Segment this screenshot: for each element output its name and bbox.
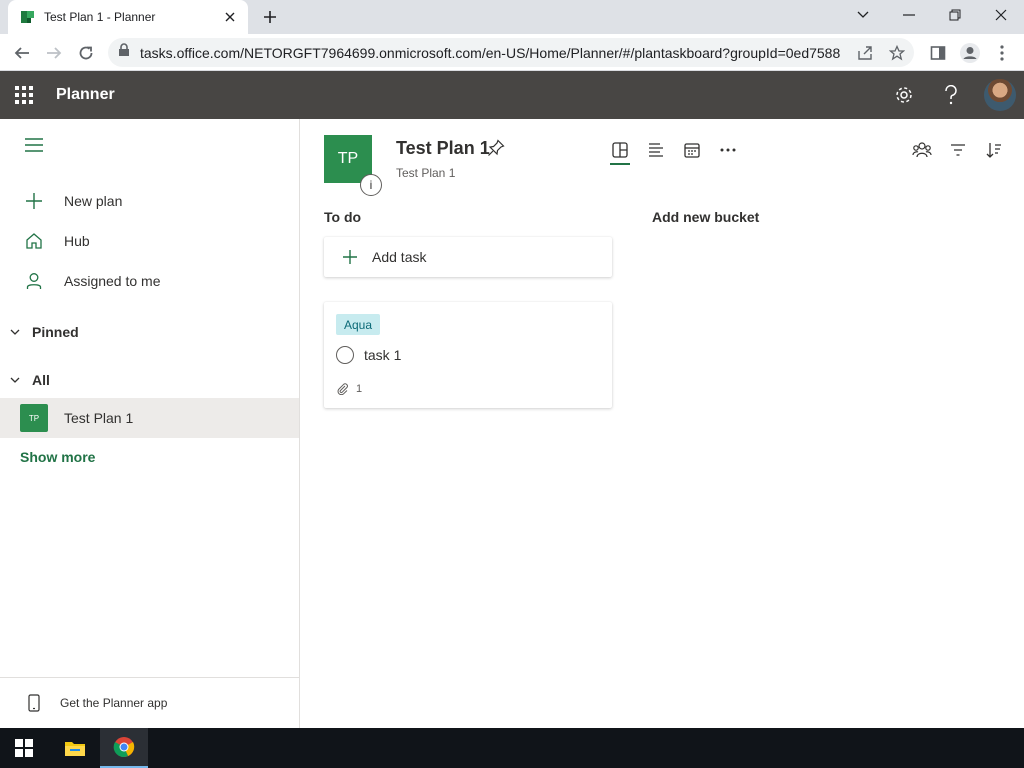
- left-nav: New plan Hub Assigned to me Pinned All T…: [0, 119, 300, 728]
- gear-icon[interactable]: [890, 81, 918, 109]
- attachment-icon: [336, 382, 350, 396]
- nav-label: Hub: [64, 233, 90, 249]
- waffle-icon[interactable]: [10, 81, 38, 109]
- nav-label: Assigned to me: [64, 273, 161, 289]
- get-app-link[interactable]: Get the Planner app: [0, 677, 299, 728]
- plan-badge: TP: [20, 404, 48, 432]
- browser-tab[interactable]: Test Plan 1 - Planner: [8, 0, 248, 34]
- attachment-count: 1: [356, 383, 363, 395]
- home-icon: [24, 231, 44, 251]
- hamburger-icon[interactable]: [22, 133, 46, 157]
- file-explorer-icon[interactable]: [51, 728, 99, 768]
- restore-button[interactable]: [932, 0, 978, 30]
- info-button[interactable]: i: [360, 174, 382, 196]
- section-label: Pinned: [32, 324, 79, 340]
- more-vertical-icon[interactable]: [988, 39, 1016, 67]
- bucket-title[interactable]: To do: [324, 209, 361, 225]
- browser-tabstrip: Test Plan 1 - Planner: [0, 0, 1024, 34]
- get-app-label: Get the Planner app: [60, 696, 168, 710]
- add-task-label: Add task: [372, 249, 427, 265]
- task-title[interactable]: task 1: [364, 347, 401, 363]
- lock-icon[interactable]: [118, 43, 130, 62]
- nav-assigned-to-me[interactable]: Assigned to me: [0, 261, 299, 301]
- plus-icon: [24, 191, 44, 211]
- tab-title: Test Plan 1 - Planner: [44, 10, 156, 24]
- nav-new-plan[interactable]: New plan: [0, 181, 299, 221]
- minimize-button[interactable]: [886, 0, 932, 30]
- page-title: Test Plan 1: [396, 138, 490, 158]
- planner-favicon-icon: [20, 9, 36, 25]
- filter-icon[interactable]: [945, 137, 971, 163]
- main-board: TP i Test Plan 1 Test Plan 1 To do Add n…: [300, 119, 1024, 728]
- address-bar[interactable]: tasks.office.com/NETORGFT7964699.onmicro…: [108, 38, 914, 67]
- chevron-down-icon: [9, 326, 21, 338]
- task-card[interactable]: Aqua task 1 1: [324, 302, 612, 408]
- browser-toolbar: tasks.office.com/NETORGFT7964699.onmicro…: [0, 34, 1024, 71]
- show-more-link[interactable]: Show more: [20, 449, 95, 465]
- nav-hub[interactable]: Hub: [0, 221, 299, 261]
- nav-label: New plan: [64, 193, 123, 209]
- chrome-icon[interactable]: [100, 728, 148, 768]
- profile-icon[interactable]: [956, 39, 984, 67]
- schedule-view-icon[interactable]: [679, 137, 705, 163]
- pin-icon[interactable]: [486, 138, 506, 158]
- board-view-icon[interactable]: [607, 137, 633, 163]
- avatar[interactable]: [984, 79, 1016, 111]
- grid-view-icon[interactable]: [643, 137, 669, 163]
- plan-subtitle[interactable]: Test Plan 1: [396, 166, 455, 180]
- task-label-chip: Aqua: [336, 314, 381, 335]
- group-by-icon[interactable]: [981, 137, 1007, 163]
- more-horizontal-icon[interactable]: [715, 137, 741, 163]
- add-new-bucket-button[interactable]: Add new bucket: [652, 209, 759, 225]
- reload-icon[interactable]: [72, 39, 100, 67]
- plus-icon: [342, 249, 358, 265]
- phone-icon: [26, 693, 42, 713]
- windows-start-icon[interactable]: [0, 728, 48, 768]
- person-icon: [24, 271, 44, 291]
- plan-label: Test Plan 1: [64, 410, 134, 426]
- plan-item-test-plan-1[interactable]: TP Test Plan 1: [0, 398, 299, 438]
- os-taskbar: [0, 728, 1024, 768]
- forward-icon[interactable]: [40, 39, 68, 67]
- chevron-down-icon: [9, 374, 21, 386]
- section-pinned[interactable]: Pinned: [0, 316, 299, 348]
- share-icon[interactable]: [856, 44, 874, 62]
- window-close-button[interactable]: [978, 0, 1024, 30]
- task-complete-checkbox[interactable]: [336, 346, 354, 364]
- section-all[interactable]: All: [0, 364, 299, 396]
- url-text[interactable]: tasks.office.com/NETORGFT7964699.onmicro…: [140, 45, 840, 61]
- sidepanel-icon[interactable]: [924, 39, 952, 67]
- help-icon[interactable]: [937, 81, 965, 109]
- app-name[interactable]: Planner: [56, 86, 115, 104]
- app-header: Planner: [0, 71, 1024, 119]
- add-task-button[interactable]: Add task: [324, 237, 612, 277]
- close-icon[interactable]: [222, 9, 238, 25]
- chevron-down-icon[interactable]: [840, 0, 886, 30]
- section-label: All: [32, 372, 50, 388]
- back-icon[interactable]: [8, 39, 36, 67]
- new-tab-button[interactable]: [258, 5, 282, 29]
- active-view-indicator: [610, 163, 630, 165]
- members-icon[interactable]: [909, 137, 935, 163]
- star-icon[interactable]: [888, 44, 906, 62]
